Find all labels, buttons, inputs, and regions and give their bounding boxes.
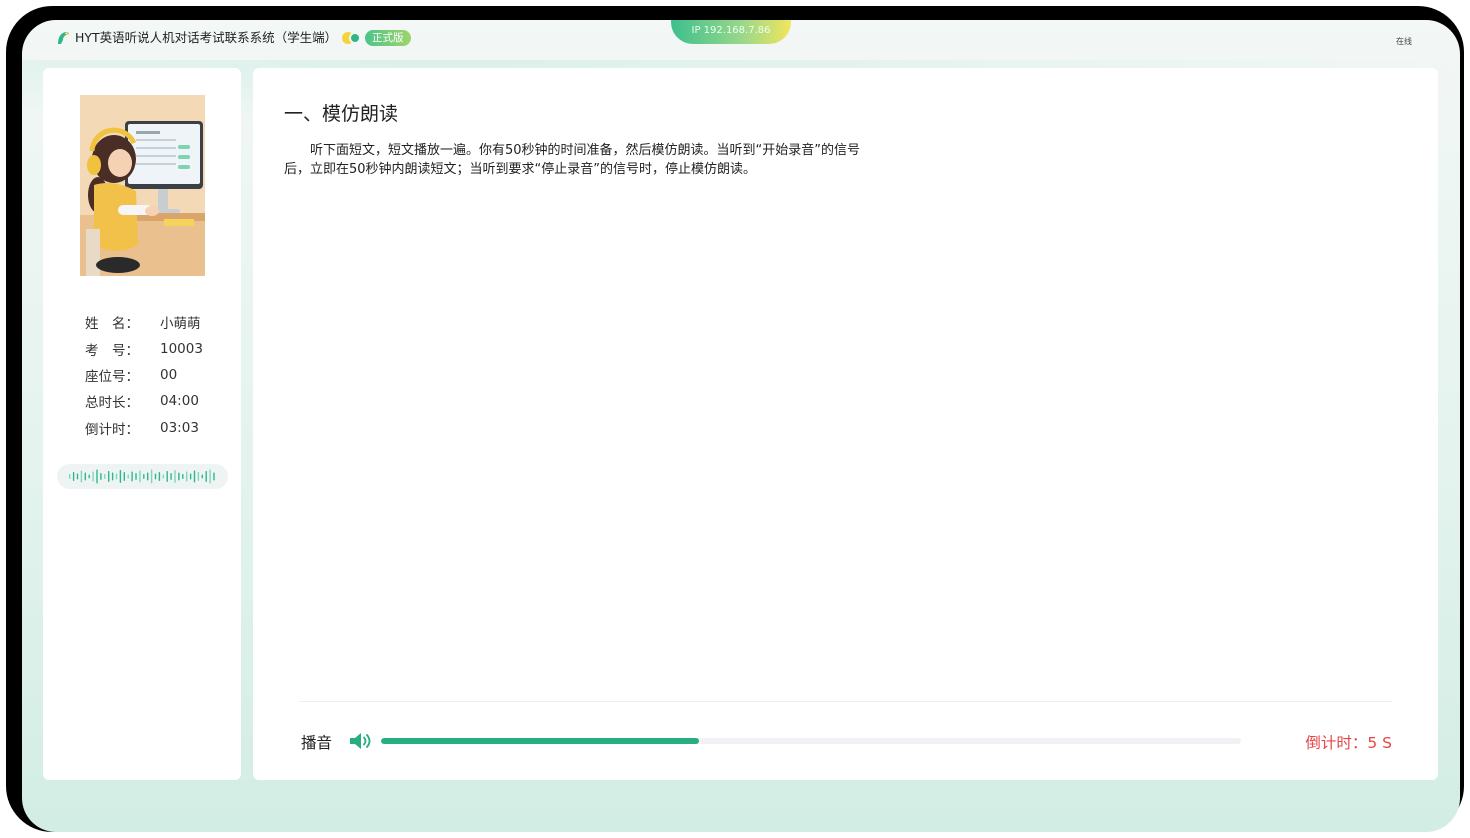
waveform-bar xyxy=(150,469,153,484)
app-title: HYT英语听说人机对话考试联系系统（学生端） xyxy=(75,30,338,45)
waveform-bar xyxy=(96,469,98,484)
waveform-bar xyxy=(158,472,161,481)
waveform-bar xyxy=(123,472,125,481)
waveform-bar xyxy=(182,474,184,479)
waveform-bar xyxy=(170,473,172,480)
info-value: 03:03 xyxy=(160,419,199,436)
info-label: 考 号： xyxy=(85,342,139,359)
waveform-bar xyxy=(69,474,71,479)
waveform-bar xyxy=(76,473,79,480)
waveform-bar xyxy=(108,471,110,482)
student-info-list: 姓 名： 小萌萌 考 号： 10003 座位号： 00 总时长： 04:00 倒… xyxy=(85,309,203,441)
playback-countdown: 倒计时：5 S xyxy=(1305,734,1392,752)
info-value: 04:00 xyxy=(160,393,199,410)
info-row-exam-number: 考 号： 10003 xyxy=(85,335,203,361)
waveform-bar xyxy=(189,473,192,480)
question-panel: 一、模仿朗读 听下面短文，短文播放一遍。你有50秒钟的时间准备，然后模仿朗读。当… xyxy=(253,68,1438,780)
waveform-bar xyxy=(104,474,106,479)
question-instructions: 听下面短文，短文播放一遍。你有50秒钟的时间准备，然后模仿朗读。当听到“开始录音… xyxy=(284,143,861,177)
waveform-bar xyxy=(72,472,75,481)
connection-status-icon xyxy=(342,32,362,44)
waveform-bar xyxy=(100,473,102,480)
app-window: HYT英语听说人机对话考试联系系统（学生端） 正式版 IP 192.168.7.… xyxy=(22,20,1460,832)
waveform-bar xyxy=(197,472,200,481)
waveform-bar xyxy=(143,474,145,479)
edition-badge: 正式版 xyxy=(365,30,411,46)
student-info-panel: 姓 名： 小萌萌 考 号： 10003 座位号： 00 总时长： 04:00 倒… xyxy=(43,68,241,780)
waveform-bar xyxy=(166,471,168,482)
info-label: 倒计时： xyxy=(85,421,139,438)
info-row-countdown: 倒计时： 03:03 xyxy=(85,415,203,441)
playback-progress-fill xyxy=(381,738,700,744)
waveform-bar xyxy=(147,472,149,481)
info-row-seat-number: 座位号： 00 xyxy=(85,362,203,388)
waveform-bar xyxy=(139,470,141,483)
speaker-icon xyxy=(350,733,371,749)
playback-divider xyxy=(299,701,1392,702)
audio-waveform-icon xyxy=(69,469,215,484)
info-value: 00 xyxy=(160,366,178,383)
waveform-bar xyxy=(135,473,137,480)
waveform-bar xyxy=(119,470,122,483)
info-label: 座位号： xyxy=(85,368,139,385)
waveform-bar xyxy=(201,474,203,479)
info-row-name: 姓 名： 小萌萌 xyxy=(85,309,203,335)
waveform-bar xyxy=(193,470,196,483)
waveform-bar xyxy=(205,471,207,482)
waveform-bar xyxy=(80,470,83,483)
info-row-total-duration: 总时长： 04:00 xyxy=(85,388,203,414)
waveform-bar xyxy=(127,474,129,479)
waveform-bar xyxy=(88,474,90,479)
info-label: 姓 名： xyxy=(85,316,139,333)
waveform-bar xyxy=(178,472,180,481)
waveform-bar xyxy=(115,473,118,480)
waveform-bar xyxy=(174,470,176,483)
student-avatar xyxy=(80,95,205,276)
parrot-logo-icon xyxy=(58,32,69,44)
title-bar: HYT英语听说人机对话考试联系系统（学生端） 正式版 IP 192.168.7.… xyxy=(22,20,1460,56)
waveform-bar xyxy=(213,472,215,481)
device-frame: HYT英语听说人机对话考试联系系统（学生端） 正式版 IP 192.168.7.… xyxy=(6,6,1464,832)
info-label: 总时长： xyxy=(85,395,139,412)
waveform-bar xyxy=(92,471,94,482)
info-value: 10003 xyxy=(160,340,203,357)
waveform-bar xyxy=(84,472,86,481)
waveform-bar xyxy=(154,473,157,480)
waveform-bar xyxy=(209,469,211,484)
audio-waveform-indicator xyxy=(57,464,228,489)
waveform-bar xyxy=(131,471,133,482)
waveform-bar xyxy=(111,472,114,481)
section-title: 一、模仿朗读 xyxy=(284,103,399,125)
waveform-bar xyxy=(162,474,164,479)
waveform-bar xyxy=(186,471,188,482)
info-value: 小萌萌 xyxy=(160,316,201,333)
playback-progress-bar xyxy=(381,738,1241,744)
playback-label: 播音 xyxy=(301,734,333,752)
ip-address-tab: IP 192.168.7.86 xyxy=(671,20,791,44)
online-status-label: 在线 xyxy=(1396,37,1412,46)
